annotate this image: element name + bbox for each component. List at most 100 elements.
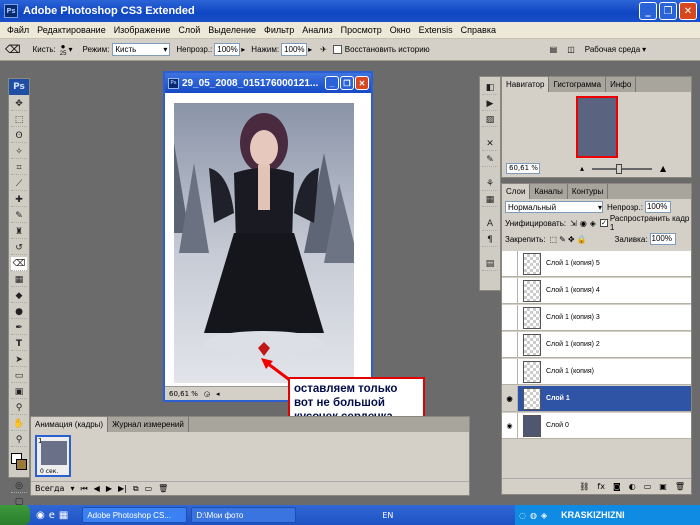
- new-group-icon[interactable]: ▭: [644, 482, 652, 491]
- menu-extensis[interactable]: Extensis: [415, 25, 457, 35]
- new-layer-icon[interactable]: ▣: [659, 482, 667, 491]
- crop-tool-icon[interactable]: ⌗: [11, 161, 27, 175]
- file-browser-icon[interactable]: ▤: [550, 45, 558, 54]
- brush-dropdown-icon[interactable]: ▾: [68, 45, 72, 54]
- brush-tool-icon[interactable]: ✎: [11, 209, 27, 223]
- task-folder[interactable]: D:\Мои фото: [191, 507, 297, 523]
- menu-file[interactable]: Файл: [3, 25, 33, 35]
- play-icon[interactable]: ▶: [106, 484, 112, 493]
- layer-row[interactable]: Слой 1 (копия) 4: [502, 278, 691, 304]
- doc-close-button[interactable]: ✕: [355, 76, 369, 90]
- menu-image[interactable]: Изображение: [110, 25, 175, 35]
- visibility-toggle[interactable]: ◉: [502, 386, 518, 411]
- tray-shield-icon[interactable]: ◈: [541, 511, 547, 520]
- lasso-tool-icon[interactable]: ʘ: [11, 129, 27, 143]
- magic-wand-icon[interactable]: ✧: [11, 145, 27, 159]
- loop-dropdown-icon[interactable]: ▾: [70, 484, 74, 493]
- color-swatches[interactable]: [9, 451, 29, 477]
- minimize-button[interactable]: _: [639, 2, 657, 20]
- status-scroll-left-icon[interactable]: ◂: [216, 390, 220, 398]
- layer-opacity-input[interactable]: 100%: [644, 201, 671, 213]
- document-zoom[interactable]: 60,61 %: [169, 390, 198, 398]
- delete-frame-icon[interactable]: 🗑: [158, 484, 168, 493]
- menu-view[interactable]: Просмотр: [337, 25, 386, 35]
- eraser-tool-icon[interactable]: ⌫: [5, 43, 21, 56]
- navigator-preview[interactable]: [576, 96, 618, 158]
- unify-position-icon[interactable]: ⇲: [570, 219, 577, 228]
- mode-select[interactable]: Кисть ▾: [112, 43, 171, 56]
- actions-dock-icon[interactable]: ▦: [482, 193, 498, 207]
- prev-frame-icon[interactable]: ◀: [94, 484, 100, 493]
- start-button[interactable]: [0, 505, 30, 525]
- visibility-toggle[interactable]: [502, 332, 518, 357]
- clone-dock-icon[interactable]: ⚘: [482, 177, 498, 191]
- lock-transparent-icon[interactable]: ⬚: [550, 235, 558, 244]
- delete-layer-icon[interactable]: 🗑: [675, 482, 685, 491]
- tween-icon[interactable]: ⧉: [133, 484, 139, 494]
- blur-tool-icon[interactable]: ◆: [11, 289, 27, 303]
- visibility-toggle[interactable]: [502, 305, 518, 330]
- tab-animation[interactable]: Анимация (кадры): [31, 417, 109, 432]
- browser-icon[interactable]: ◉: [36, 510, 45, 521]
- next-frame-icon[interactable]: ▶|: [118, 484, 127, 493]
- tab-measurement-log[interactable]: Журнал измерений: [108, 417, 189, 432]
- shape-tool-icon[interactable]: ▭: [11, 369, 27, 383]
- visibility-toggle[interactable]: [502, 278, 518, 303]
- workspace-label[interactable]: Рабочая среда: [585, 45, 640, 54]
- path-select-icon[interactable]: ➤: [11, 353, 27, 367]
- zoom-in-icon[interactable]: ▲: [660, 164, 666, 173]
- pen-tool-icon[interactable]: ✒: [11, 321, 27, 335]
- tab-navigator[interactable]: Навигатор: [502, 77, 550, 92]
- airbrush-icon[interactable]: ✈: [320, 45, 327, 54]
- swatches-dock-icon[interactable]: ▨: [482, 113, 498, 127]
- menu-edit[interactable]: Редактирование: [33, 25, 110, 35]
- menu-select[interactable]: Выделение: [204, 25, 260, 35]
- layer-row[interactable]: ◉ Слой 0: [502, 413, 691, 439]
- styles-dock-icon[interactable]: A: [482, 217, 498, 231]
- stamp-tool-icon[interactable]: ♜: [11, 225, 27, 239]
- doc-minimize-button[interactable]: _: [325, 76, 339, 90]
- menu-analysis[interactable]: Анализ: [298, 25, 336, 35]
- eyedropper-icon[interactable]: ⚲: [11, 401, 27, 415]
- eraser-tool-icon-active[interactable]: ⌫: [11, 257, 27, 271]
- move-tool-icon[interactable]: ✥: [11, 97, 27, 111]
- navigator-zoom-input[interactable]: 60,61 %: [506, 163, 540, 174]
- hand-tool-icon[interactable]: ✋: [11, 417, 27, 431]
- lock-image-icon[interactable]: ✎: [559, 235, 566, 244]
- task-photoshop[interactable]: Adobe Photoshop CS...: [82, 507, 188, 523]
- opacity-input[interactable]: 100%: [214, 43, 241, 56]
- visibility-toggle[interactable]: [502, 251, 518, 276]
- type-tool-icon[interactable]: T: [11, 337, 27, 351]
- navigator-dock-icon[interactable]: ◧: [482, 81, 498, 95]
- workspace-dropdown-icon[interactable]: ▾: [642, 45, 646, 54]
- menu-layer[interactable]: Слой: [174, 25, 204, 35]
- visibility-toggle[interactable]: [502, 359, 518, 384]
- first-frame-icon[interactable]: ⏮: [80, 484, 87, 494]
- palette-icon[interactable]: ◫: [567, 45, 575, 54]
- lock-all-icon[interactable]: 🔒: [577, 235, 587, 244]
- layer-row[interactable]: Слой 1 (копия) 2: [502, 332, 691, 358]
- background-color-swatch[interactable]: [16, 459, 27, 470]
- layer-row[interactable]: Слой 1 (копия): [502, 359, 691, 385]
- tray-volume-icon[interactable]: ◍: [530, 511, 537, 520]
- frame-time[interactable]: 0 сек.: [40, 468, 58, 475]
- notes-dock-icon[interactable]: ▤: [482, 257, 498, 271]
- dodge-tool-icon[interactable]: ●: [11, 305, 27, 319]
- pressure-input[interactable]: 100%: [281, 43, 308, 56]
- paragraph-dock-icon[interactable]: ¶: [482, 233, 498, 247]
- tools-dock-icon[interactable]: ✕: [482, 137, 498, 151]
- new-frame-icon[interactable]: ▭: [145, 484, 153, 493]
- opacity-dropdown-icon[interactable]: ▸: [241, 45, 245, 54]
- history-brush-icon[interactable]: ↺: [11, 241, 27, 255]
- maximize-button[interactable]: ❐: [659, 2, 677, 20]
- marquee-tool-icon[interactable]: ⬚: [11, 113, 27, 127]
- gradient-tool-icon[interactable]: ▦: [11, 273, 27, 287]
- zoom-slider-thumb[interactable]: [616, 163, 623, 174]
- brushes-dock-icon[interactable]: ✎: [482, 153, 498, 167]
- tab-channels[interactable]: Каналы: [530, 184, 568, 199]
- animation-frame[interactable]: 1 0 сек.: [35, 435, 71, 477]
- unify-visibility-icon[interactable]: ◉: [580, 219, 587, 228]
- link-layers-icon[interactable]: ⛓: [579, 482, 589, 491]
- language-indicator[interactable]: EN: [382, 511, 393, 520]
- restore-history-checkbox[interactable]: [332, 45, 342, 54]
